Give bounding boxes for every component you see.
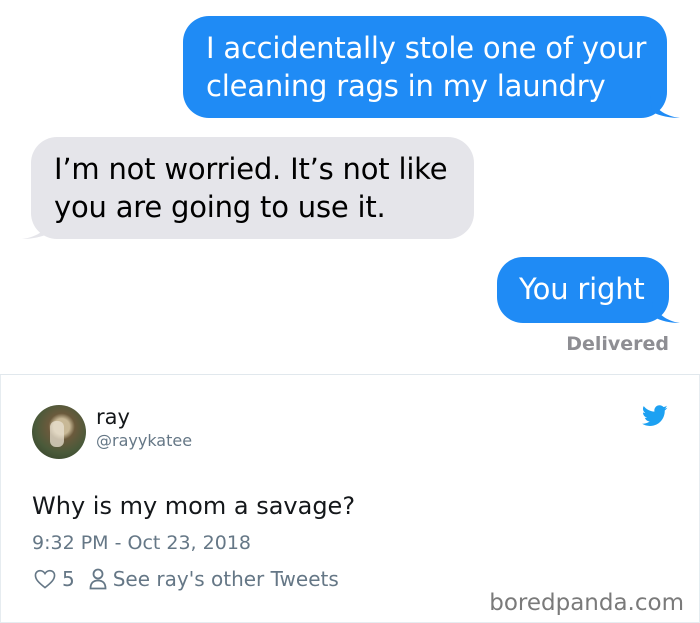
- received-message-bubble: I’m not worried. It’s not like you are g…: [31, 137, 474, 239]
- see-other-tweets-link[interactable]: See ray's other Tweets: [113, 567, 339, 591]
- received-bubble-tail: [22, 217, 52, 239]
- sent-message-bubble: You right: [497, 257, 669, 323]
- sent-bubble-tail: [652, 301, 680, 323]
- avatar[interactable]: [32, 405, 86, 459]
- embedded-tweet: ray @rayykatee Why is my mom a savage? 9…: [0, 375, 700, 623]
- sent-bubble-tail: [650, 96, 680, 118]
- tweet-actions: 5 See ray's other Tweets: [34, 567, 339, 591]
- watermark: boredpanda.com: [489, 590, 684, 616]
- twitter-bird-icon[interactable]: [642, 405, 668, 427]
- heart-icon[interactable]: [34, 569, 56, 589]
- tweet-text: Why is my mom a savage?: [32, 492, 356, 520]
- tweet-author-handle[interactable]: @rayykatee: [96, 431, 192, 450]
- tweet-timestamp[interactable]: 9:32 PM - Oct 23, 2018: [32, 532, 251, 554]
- imessage-conversation: I accidentally stole one of your cleanin…: [0, 0, 700, 374]
- delivered-status: Delivered: [566, 333, 669, 355]
- sent-message-bubble: I accidentally stole one of your cleanin…: [183, 16, 667, 118]
- like-count[interactable]: 5: [62, 567, 75, 591]
- person-icon: [89, 568, 107, 590]
- tweet-author-name[interactable]: ray: [96, 405, 130, 429]
